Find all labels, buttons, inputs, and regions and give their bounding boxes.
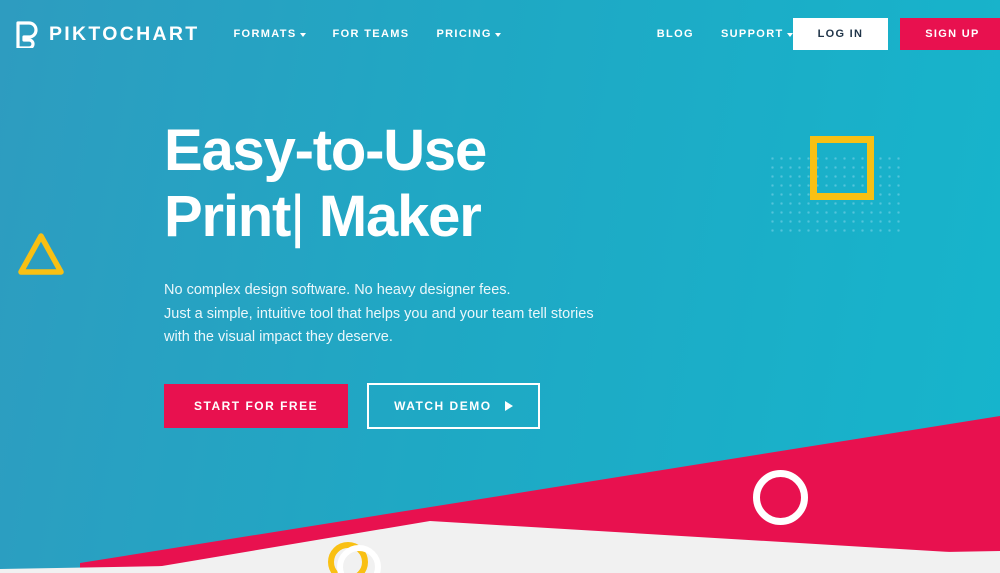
white-circle-outline-icon xyxy=(753,470,808,525)
nav-item-pricing-label: PRICING xyxy=(436,28,492,40)
login-button[interactable]: LOG IN xyxy=(792,18,889,50)
nav-item-for-teams-label: FOR TEAMS xyxy=(332,28,410,40)
nav-item-support-label: SUPPORT xyxy=(720,28,784,40)
nav-item-formats[interactable]: FORMATS xyxy=(233,28,306,40)
nav-item-blog-label: BLOG xyxy=(656,28,694,40)
chevron-down-icon xyxy=(494,33,501,37)
brand-wordmark: PIKTOCHART xyxy=(49,22,200,45)
watch-demo-button[interactable]: WATCH DEMO xyxy=(367,382,540,429)
nav-item-formats-label: FORMATS xyxy=(233,28,297,40)
nav-item-blog[interactable]: BLOG xyxy=(657,28,694,40)
play-triangle-icon xyxy=(504,400,513,411)
hero-heading-line2-suffix: Maker xyxy=(304,183,482,249)
secondary-nav-group: BLOG SUPPORT xyxy=(657,28,793,40)
typing-cursor-icon: | xyxy=(290,183,305,249)
hero-section: Easy-to-Use Print| Maker No complex desig… xyxy=(164,118,724,429)
hero-heading-line1: Easy-to-Use xyxy=(164,118,487,183)
chevron-down-icon xyxy=(786,33,793,37)
hero-heading: Easy-to-Use Print| Maker xyxy=(164,118,724,249)
site-navbar: PIKTOCHART FORMATS FOR TEAMS PRICING BLO… xyxy=(0,0,1000,68)
chevron-down-icon xyxy=(299,33,306,37)
primary-nav-group: FORMATS FOR TEAMS PRICING xyxy=(233,28,501,40)
piktochart-p-logo-icon xyxy=(16,20,38,48)
start-for-free-button[interactable]: START FOR FREE xyxy=(164,383,349,428)
nav-item-support[interactable]: SUPPORT xyxy=(721,28,793,40)
watch-demo-label: WATCH DEMO xyxy=(394,398,492,413)
auth-actions-group: LOG IN SIGN UP xyxy=(792,18,1000,50)
brand-logo-link[interactable]: PIKTOCHART xyxy=(16,20,200,48)
nav-item-for-teams[interactable]: FOR TEAMS xyxy=(333,28,410,40)
hero-subtext: No complex design software. No heavy des… xyxy=(164,282,594,346)
nav-item-pricing[interactable]: PRICING xyxy=(436,28,501,40)
hero-heading-word-rotator: Print xyxy=(164,183,291,249)
hero-cta-group: START FOR FREE WATCH DEMO xyxy=(164,382,724,429)
signup-button[interactable]: SIGN UP xyxy=(900,18,1000,50)
